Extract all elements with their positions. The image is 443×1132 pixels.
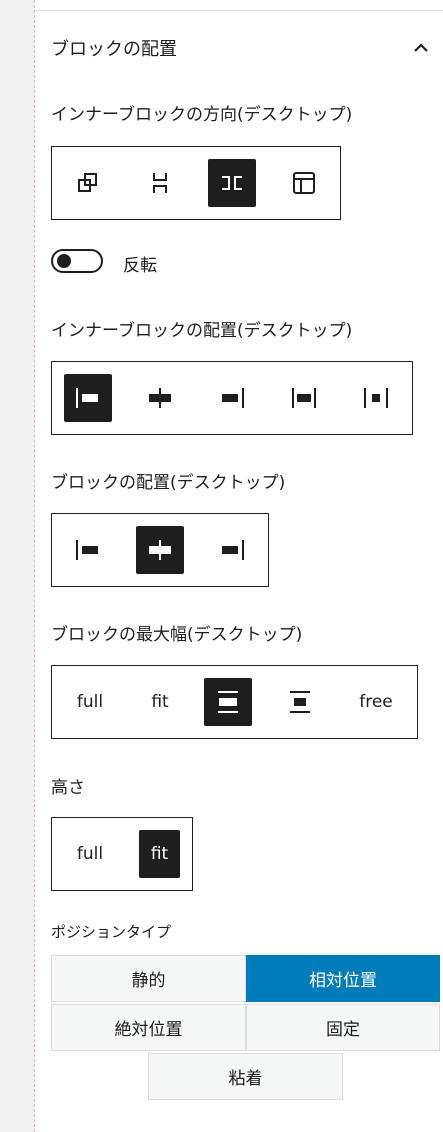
position-type-label: ポジションタイプ (51, 923, 172, 941)
reverse-toggle[interactable] (51, 249, 103, 273)
panel-title[interactable]: ブロックの配置 (51, 35, 177, 61)
inner-direction-label: インナーブロックの方向(デスクトップ) (51, 105, 353, 125)
position-option-absolute[interactable]: 絶対位置 (51, 1004, 246, 1051)
max-width-option-wide[interactable] (276, 678, 324, 726)
position-option-relative[interactable]: 相対位置 (246, 955, 440, 1002)
panel-divider (34, 0, 35, 1132)
max-width-option-narrow[interactable] (204, 678, 252, 726)
justify-right-icon (217, 537, 247, 563)
direction-option-overlap[interactable] (64, 159, 112, 207)
inner-align-space-between[interactable] (280, 374, 328, 422)
overlap-icon (75, 170, 101, 196)
stack-vertical-icon (147, 170, 173, 196)
justify-right-icon (217, 385, 247, 411)
justify-center-icon (145, 537, 175, 563)
justify-center-icon (145, 385, 175, 411)
max-width-option-full[interactable]: full (64, 678, 116, 726)
height-option-fit[interactable]: fit (139, 830, 180, 878)
max-width-group: full fit free (51, 665, 418, 739)
layout-grid-icon (291, 170, 317, 196)
inner-align-right[interactable] (208, 374, 256, 422)
position-option-sticky[interactable]: 粘着 (148, 1053, 343, 1100)
chevron-up-icon[interactable] (410, 38, 432, 58)
block-align-center[interactable] (136, 526, 184, 574)
editor-canvas-edge (0, 0, 34, 1132)
justify-space-between-icon (289, 385, 319, 411)
position-option-static[interactable]: 静的 (51, 955, 246, 1002)
height-option-full[interactable]: full (64, 830, 116, 878)
inner-alignment-group (51, 361, 413, 435)
justify-space-around-icon (361, 385, 391, 411)
reverse-toggle-label: 反転 (123, 256, 157, 276)
block-alignment-group (51, 513, 269, 587)
height-label: 高さ (51, 778, 85, 798)
justify-left-icon (73, 385, 103, 411)
block-alignment-label: ブロックの配置(デスクトップ) (51, 473, 286, 493)
width-wide-icon (287, 689, 313, 715)
direction-option-horizontal[interactable] (208, 159, 256, 207)
max-width-option-free[interactable]: free (348, 678, 404, 726)
max-width-label: ブロックの最大幅(デスクトップ) (51, 625, 303, 645)
inner-align-left[interactable] (64, 374, 112, 422)
block-align-left[interactable] (64, 526, 112, 574)
width-narrow-icon (215, 689, 241, 715)
direction-option-grid[interactable] (280, 159, 328, 207)
inner-align-center[interactable] (136, 374, 184, 422)
toggle-knob (57, 254, 71, 268)
panel-top-border (36, 10, 443, 11)
max-width-option-fit[interactable]: fit (136, 678, 184, 726)
position-option-fixed[interactable]: 固定 (246, 1004, 440, 1051)
height-group: full fit (51, 817, 193, 891)
direction-option-vertical[interactable] (136, 159, 184, 207)
inner-alignment-label: インナーブロックの配置(デスクトップ) (51, 321, 353, 341)
justify-left-icon (73, 537, 103, 563)
inner-direction-group (51, 146, 341, 220)
stack-horizontal-icon (219, 170, 245, 196)
inner-align-space-around[interactable] (352, 374, 400, 422)
block-align-right[interactable] (208, 526, 256, 574)
